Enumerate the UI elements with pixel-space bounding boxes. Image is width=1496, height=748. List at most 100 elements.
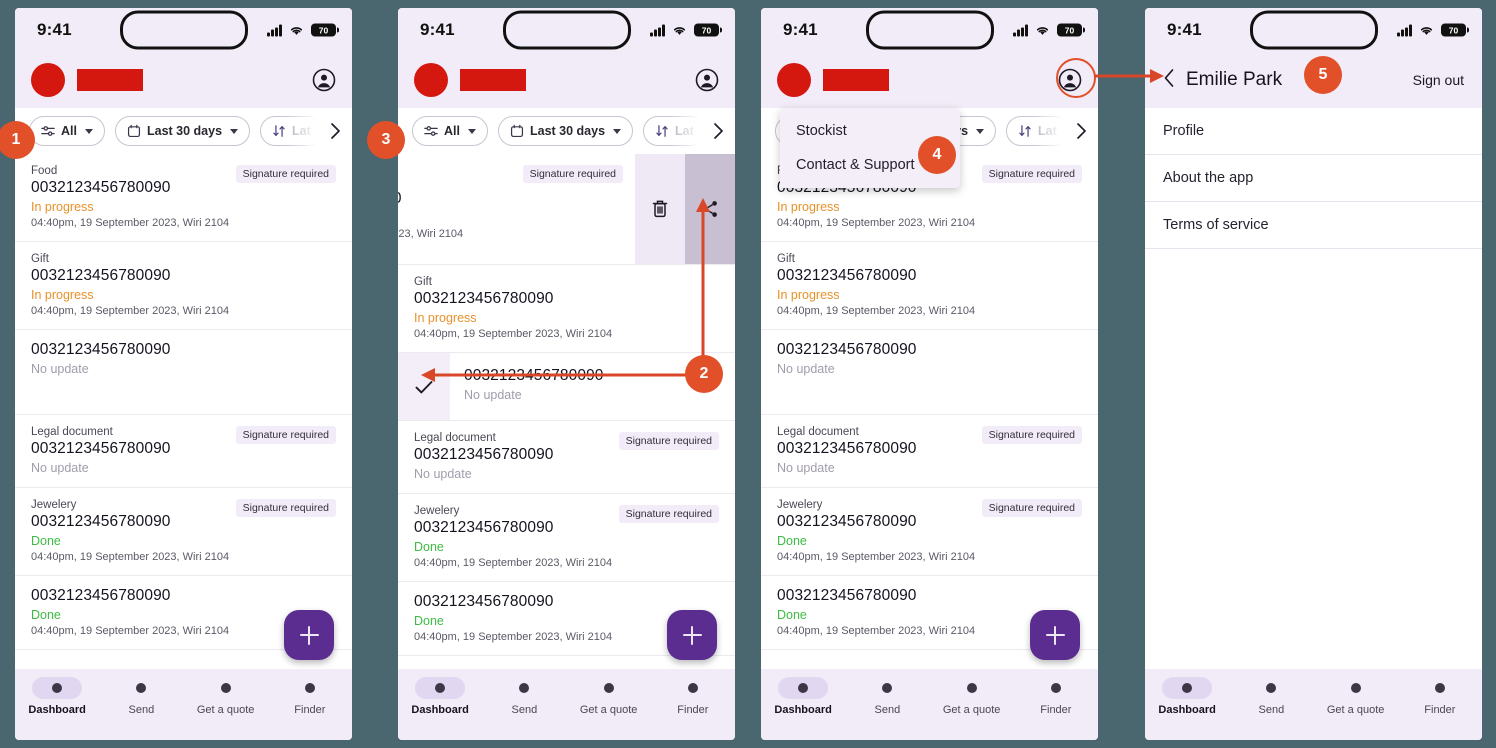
shipment-list: Food 0032123456780090 In progress 04:40p…	[15, 154, 352, 650]
nav-indicator-pill	[285, 677, 335, 699]
nav-label: Send	[1258, 704, 1285, 716]
chevron-right-icon[interactable]	[1070, 120, 1092, 142]
status-badge: Signature required	[618, 432, 719, 450]
calendar-icon	[127, 124, 141, 138]
filter-chip-all-label: All	[444, 124, 460, 138]
nav-item-dashboard[interactable]: Dashboard	[761, 677, 845, 716]
table-row[interactable]: Jewelery 0032123456780090 Done 04:40pm, …	[15, 488, 352, 576]
nav-indicator-pill	[1415, 677, 1465, 699]
profile-menu-item-terms[interactable]: Terms of service	[1145, 202, 1482, 249]
nav-label: Dashboard	[411, 704, 469, 716]
table-row[interactable]: Legal document 0032123456780090 No updat…	[15, 415, 352, 488]
app-header	[15, 52, 352, 108]
status-bar-indicators: 70	[267, 23, 339, 37]
nav-item-dashboard[interactable]: Dashboard	[398, 677, 482, 716]
row-meta: 04:40pm, 19 September 2023, Wiri 2104	[31, 551, 230, 563]
filter-chip-date-range[interactable]: Last 30 days	[497, 116, 634, 146]
sign-out-button[interactable]: Sign out	[1413, 72, 1464, 88]
table-row[interactable]: 0032123456780090 No update	[15, 330, 352, 415]
battery-icon: 70	[1057, 23, 1085, 37]
account-circle-icon[interactable]	[312, 68, 336, 92]
add-shipment-button[interactable]	[667, 610, 717, 660]
table-row[interactable]: Jewelery 0032123456780090 Done 04:40pm, …	[761, 488, 1098, 576]
status-bar-time: 9:41	[783, 20, 818, 39]
table-row[interactable]: Jewelery 0032123456780090 Done 04:40pm, …	[398, 494, 735, 582]
dashboard-icon	[1182, 683, 1193, 693]
add-shipment-button[interactable]	[284, 610, 334, 660]
table-row[interactable]: Legal document 0032123456780090 No updat…	[761, 415, 1098, 488]
table-row[interactable]: 0032123456780090 No update	[761, 330, 1098, 415]
brand-logo-wordmark-redacted	[77, 69, 143, 91]
status-bar-time: 9:41	[1167, 20, 1202, 39]
row-status: No update	[31, 362, 89, 376]
add-shipment-button[interactable]	[1030, 610, 1080, 660]
nav-indicator-pill	[1162, 677, 1213, 699]
filter-sliders-icon	[41, 126, 55, 136]
quote-icon	[603, 683, 614, 693]
nav-indicator-pill	[668, 677, 718, 699]
profile-menu-item-profile[interactable]: Profile	[1145, 108, 1482, 155]
nav-indicator-pill	[32, 677, 83, 699]
nav-item-dashboard[interactable]: Dashboard	[1145, 677, 1229, 716]
row-tracking-number: 0032123456780090	[31, 267, 171, 284]
dynamic-island	[502, 10, 631, 50]
nav-item-send[interactable]: Send	[99, 677, 183, 716]
nav-label: Finder	[1424, 704, 1456, 716]
nav-indicator-pill	[947, 677, 997, 699]
row-meta: 04:40pm, 19 September 2023, Wiri 2104	[31, 217, 230, 229]
nav-item-get-a-quote[interactable]: Get a quote	[1314, 677, 1398, 716]
row-status: In progress	[777, 288, 840, 302]
quote-icon	[1350, 683, 1361, 693]
nav-indicator-pill	[862, 677, 912, 699]
status-badge: Signature required	[235, 165, 336, 183]
send-icon	[882, 683, 893, 693]
bottom-navigation: Dashboard Send Get a quote Finder	[761, 669, 1098, 740]
nav-label: Finder	[1040, 704, 1072, 716]
chevron-right-icon[interactable]	[707, 120, 729, 142]
nav-item-dashboard[interactable]: Dashboard	[15, 677, 99, 716]
annotation-badge-5: 5	[1304, 56, 1342, 94]
dynamic-island	[119, 10, 248, 50]
wifi-icon	[673, 26, 686, 35]
battery-icon: 70	[694, 23, 722, 37]
nav-label: Send	[128, 704, 155, 716]
nav-item-send[interactable]: Send	[482, 677, 566, 716]
filter-bar: All Last 30 days Lat	[398, 108, 735, 154]
filter-chip-all-label: All	[61, 124, 77, 138]
annotation-badge-3: 3	[367, 121, 405, 159]
nav-label: Send	[874, 704, 901, 716]
nav-item-finder[interactable]: Finder	[1014, 677, 1098, 716]
nav-item-get-a-quote[interactable]: Get a quote	[567, 677, 651, 716]
status-badge: Signature required	[235, 499, 336, 517]
filter-fade-mask	[1032, 108, 1072, 154]
nav-item-get-a-quote[interactable]: Get a quote	[184, 677, 268, 716]
nav-item-finder[interactable]: Finder	[268, 677, 352, 716]
account-circle-icon[interactable]	[695, 68, 719, 92]
nav-item-finder[interactable]: Finder	[651, 677, 735, 716]
table-row[interactable]: Legal document 0032123456780090 No updat…	[398, 421, 735, 494]
filter-chip-all[interactable]: All	[412, 116, 488, 146]
sort-arrows-icon	[1019, 125, 1031, 137]
table-row[interactable]: Gift 0032123456780090 In progress 04:40p…	[761, 242, 1098, 330]
nav-indicator-pill	[201, 677, 251, 699]
chevron-down-icon	[613, 128, 622, 134]
send-icon	[1266, 683, 1277, 693]
nav-item-get-a-quote[interactable]: Get a quote	[930, 677, 1014, 716]
nav-item-send[interactable]: Send	[1229, 677, 1313, 716]
row-status: No update	[777, 461, 835, 475]
filter-chip-all[interactable]: All	[29, 116, 105, 146]
chevron-right-icon[interactable]	[324, 120, 346, 142]
cellular-signal-icon	[1397, 24, 1412, 36]
nav-indicator-pill	[1246, 677, 1296, 699]
row-status: No update	[414, 467, 472, 481]
filter-fade-mask	[669, 108, 709, 154]
table-row[interactable]: Gift 0032123456780090 In progress 04:40p…	[15, 242, 352, 330]
nav-label: Get a quote	[579, 704, 638, 716]
cellular-signal-icon	[1013, 24, 1028, 36]
nav-item-send[interactable]: Send	[845, 677, 929, 716]
status-badge: Signature required	[981, 165, 1082, 183]
profile-menu-item-about[interactable]: About the app	[1145, 155, 1482, 202]
filter-chip-date-range[interactable]: Last 30 days	[114, 116, 251, 146]
table-row[interactable]: Food 0032123456780090 In progress 04:40p…	[15, 154, 352, 242]
nav-item-finder[interactable]: Finder	[1398, 677, 1482, 716]
